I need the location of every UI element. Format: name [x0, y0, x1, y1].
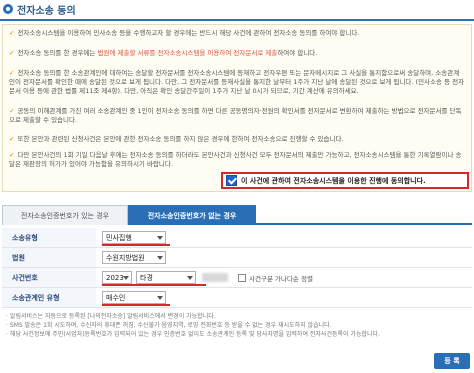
- agreement-box: ✓ 전자소송시스템을 이용하여 민사소송 등을 수행하고자 할 경우에는 반드시 …: [2, 24, 472, 192]
- sort-checkbox-label: 사건구분 가나다순 정렬: [249, 275, 313, 283]
- agreement-bullet: ✓ 공동의 이해관계를 가진 여러 소송관계인 중 1인이 전자소송 동의를 하면…: [9, 107, 462, 124]
- agreement-bullet: ✓ 또한 본안과 관련된 신청사건은 본안에 관한 전자소송 동의를 하지 않은 …: [9, 135, 344, 143]
- tab-with-auth-number[interactable]: 전자소송인증번호가 있는 경우: [2, 205, 128, 225]
- court-select[interactable]: 수원지방법원: [102, 251, 166, 264]
- highlight-underline: [102, 244, 170, 246]
- row-case-number: 사건번호 2023 타경 사건구분 가나다순 정렬: [2, 268, 472, 288]
- highlight-underline: [102, 284, 206, 286]
- chevron-down-icon: [157, 256, 163, 260]
- page-header: 전자소송 동의: [0, 0, 474, 18]
- bullet-icon: [3, 4, 13, 14]
- party-type-select[interactable]: 매수인: [102, 291, 166, 304]
- case-type-code-select[interactable]: 타경: [136, 271, 196, 284]
- chevron-down-icon: [187, 276, 193, 280]
- note-item: · 알림서비스는 자동으로 등록된 [나의전자소송] 알림서비스에서 변경이 가능…: [6, 313, 216, 320]
- chevron-down-icon: [157, 236, 163, 240]
- page-title: 전자소송 동의: [17, 5, 76, 17]
- sort-checkbox[interactable]: [238, 274, 246, 282]
- tab-without-auth-number[interactable]: 전자소송인증번호가 없는 경우: [128, 205, 256, 225]
- case-year-select[interactable]: 2023: [102, 271, 132, 284]
- chevron-down-icon: [123, 276, 129, 280]
- tab-bar: 전자소송인증번호가 있는 경우 전자소송인증번호가 없는 경우: [2, 205, 472, 225]
- register-button[interactable]: 등 록: [434, 353, 470, 369]
- agreement-bullet: ✓ 다만 본안사건의 1회 기일 다음날 후에는 전자소송 동의를 하더라도 본안…: [9, 151, 462, 168]
- notes-list: · 알림서비스는 자동으로 등록된 [나의전자소송] 알림서비스에서 변경이 가능…: [2, 312, 472, 339]
- case-form: 소송유형 민사집행 법원 수원지방법원 사건번호 2023 타경 사건구분 가나…: [2, 228, 472, 308]
- row-party-type: 소송관계인 유형 매수인: [2, 288, 472, 308]
- chevron-down-icon: [157, 296, 163, 300]
- party-type-label: 소송관계인 유형: [2, 288, 96, 307]
- highlight-underline: [102, 304, 170, 306]
- redacted-case-number: [202, 273, 228, 282]
- agreement-bullet: ✓ 전자소송 동의를 한 소송관계인에 대하여는 송달할 전자문서를 전자소송시스…: [9, 69, 465, 95]
- agreement-bullet: ✓ 전자소송 동의를 한 경우에는 법원에 제출할 서류를 전자소송시스템을 이용…: [9, 49, 318, 57]
- case-type-select[interactable]: 민사집행: [102, 231, 166, 244]
- agreement-bullet: ✓ 전자소송시스템을 이용하여 민사소송 등을 수행하고자 할 경우에는 반드시 …: [9, 29, 360, 37]
- row-court: 법원 수원지방법원: [2, 248, 472, 268]
- court-label: 법원: [2, 248, 96, 267]
- consent-row[interactable]: 이 사건에 관하여 전자소송시스템을 이용한 진행에 동의합니다.: [221, 172, 469, 189]
- note-item: · SMS 발송은 1회 시도하며, 수신자의 휴대폰 꺼짐, 수신불가 음영지역…: [6, 322, 332, 329]
- consent-label: 이 사건에 관하여 전자소송시스템을 이용한 진행에 동의합니다.: [241, 176, 426, 185]
- consent-checkbox[interactable]: [226, 175, 237, 186]
- row-case-type: 소송유형 민사집행: [2, 228, 472, 248]
- header-divider: [0, 19, 474, 21]
- note-item: · 해당 사건정보에 주민(사업자)등록번호가 입력되어 있는 경우 인증번호 없…: [6, 331, 380, 338]
- case-type-label: 소송유형: [2, 228, 96, 247]
- case-number-label: 사건번호: [2, 268, 96, 287]
